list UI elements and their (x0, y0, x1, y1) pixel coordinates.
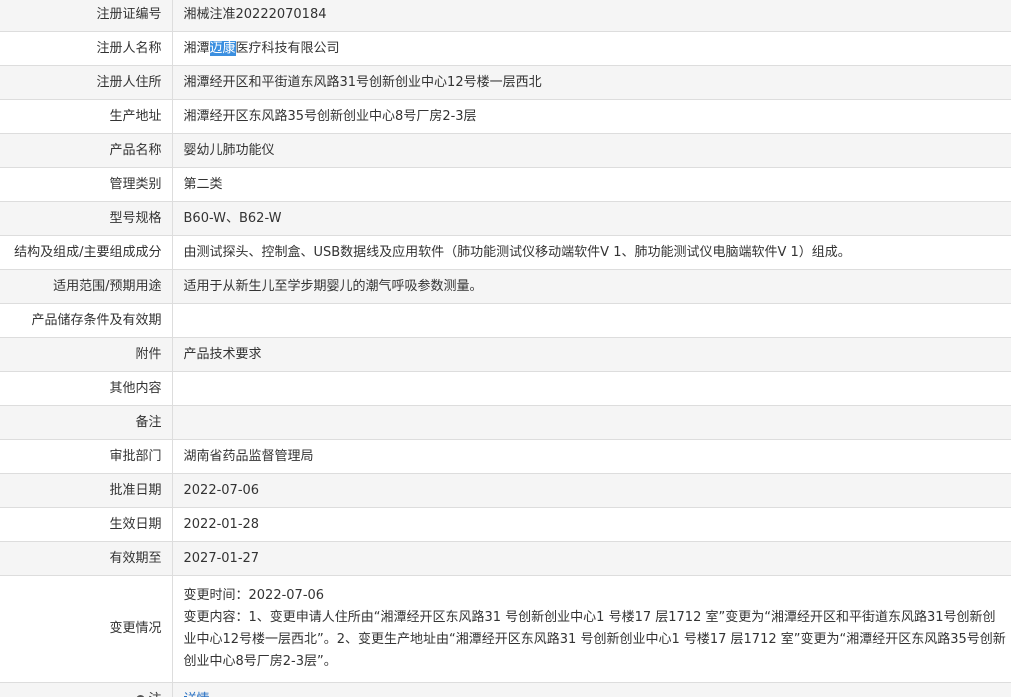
row-attachment: 附件 产品技术要求 (0, 337, 1011, 372)
note-label: 注 (148, 692, 161, 697)
row-intended-use: 适用范围/预期用途 适用于从新生儿至学步期婴儿的潮气呼吸参数测量。 (0, 269, 1011, 304)
row-value: 2022-01-28 (172, 507, 1011, 542)
row-storage-validity: 产品储存条件及有效期 (0, 303, 1011, 338)
row-label: 生效日期 (0, 507, 173, 542)
row-value: 详情 (172, 682, 1011, 697)
registration-detail-table: 注册证编号 湘械注准20222070184 注册人名称 湘潭迈康医疗科技有限公司… (0, 0, 1011, 697)
row-valid-until: 有效期至 2027-01-27 (0, 541, 1011, 576)
registrant-name-prefix: 湘潭 (183, 40, 210, 56)
row-value: 由测试探头、控制盒、USB数据线及应用软件（肺功能测试仪移动端软件V 1、肺功能… (172, 235, 1011, 270)
row-value: 第二类 (172, 167, 1011, 202)
row-value (172, 303, 1011, 338)
row-label: 产品储存条件及有效期 (0, 303, 173, 338)
row-structure-composition: 结构及组成/主要组成成分 由测试探头、控制盒、USB数据线及应用软件（肺功能测试… (0, 235, 1011, 270)
row-label: 有效期至 (0, 541, 173, 576)
row-label: 附件 (0, 337, 173, 372)
row-remarks: 备注 (0, 405, 1011, 440)
row-value: 湘潭迈康医疗科技有限公司 (172, 31, 1011, 66)
row-registrant-address: 注册人住所 湘潭经开区和平街道东风路31号创新创业中心12号楼一层西北 (0, 65, 1011, 100)
row-label: 注册人住所 (0, 65, 173, 100)
row-label: 型号规格 (0, 201, 173, 236)
row-registration-number: 注册证编号 湘械注准20222070184 (0, 0, 1011, 32)
row-value (172, 405, 1011, 440)
row-note: 注 详情 (0, 682, 1011, 697)
row-label: 生产地址 (0, 99, 173, 134)
row-value: 2022-07-06 (172, 473, 1011, 508)
row-label: 管理类别 (0, 167, 173, 202)
row-value: 婴幼儿肺功能仪 (172, 133, 1011, 168)
row-change-info: 变更情况 变更时间：2022-07-06 变更内容：1、变更申请人住所由“湘潭经… (0, 575, 1011, 683)
detail-link[interactable]: 详情 (184, 692, 210, 697)
row-model-spec: 型号规格 B60-W、B62-W (0, 201, 1011, 236)
row-label: 注册证编号 (0, 0, 173, 32)
row-value: 2027-01-27 (172, 541, 1011, 576)
row-label: 注册人名称 (0, 31, 173, 66)
row-value: 湘械注准20222070184 (172, 0, 1011, 32)
row-value (172, 371, 1011, 406)
change-content: 变更内容：1、变更申请人住所由“湘潭经开区东风路31 号创新创业中心1 号楼17… (183, 610, 1006, 669)
row-value: 变更时间：2022-07-06 变更内容：1、变更申请人住所由“湘潭经开区东风路… (172, 575, 1011, 683)
row-label: 变更情况 (0, 575, 173, 683)
row-value: 适用于从新生儿至学步期婴儿的潮气呼吸参数测量。 (172, 269, 1011, 304)
row-management-category: 管理类别 第二类 (0, 167, 1011, 202)
row-label: 注 (0, 682, 173, 697)
change-time: 变更时间：2022-07-06 (183, 588, 325, 603)
row-value: 湖南省药品监督管理局 (172, 439, 1011, 474)
row-approval-department: 审批部门 湖南省药品监督管理局 (0, 439, 1011, 474)
row-effective-date: 生效日期 2022-01-28 (0, 507, 1011, 542)
row-label: 其他内容 (0, 371, 173, 406)
row-label: 备注 (0, 405, 173, 440)
row-label: 结构及组成/主要组成成分 (0, 235, 173, 270)
row-approval-date: 批准日期 2022-07-06 (0, 473, 1011, 508)
row-label: 产品名称 (0, 133, 173, 168)
row-label: 批准日期 (0, 473, 173, 508)
row-registrant-name: 注册人名称 湘潭迈康医疗科技有限公司 (0, 31, 1011, 66)
row-label: 审批部门 (0, 439, 173, 474)
row-value: 湘潭经开区和平街道东风路31号创新创业中心12号楼一层西北 (172, 65, 1011, 100)
row-value: 产品技术要求 (172, 337, 1011, 372)
row-value: 湘潭经开区东风路35号创新创业中心8号厂房2-3层 (172, 99, 1011, 134)
row-other-content: 其他内容 (0, 371, 1011, 406)
row-product-name: 产品名称 婴幼儿肺功能仪 (0, 133, 1011, 168)
registrant-name-suffix: 医疗科技有限公司 (235, 40, 340, 56)
row-label: 适用范围/预期用途 (0, 269, 173, 304)
selected-text[interactable]: 迈康 (209, 40, 236, 56)
row-value: B60-W、B62-W (172, 201, 1011, 236)
row-production-address: 生产地址 湘潭经开区东风路35号创新创业中心8号厂房2-3层 (0, 99, 1011, 134)
